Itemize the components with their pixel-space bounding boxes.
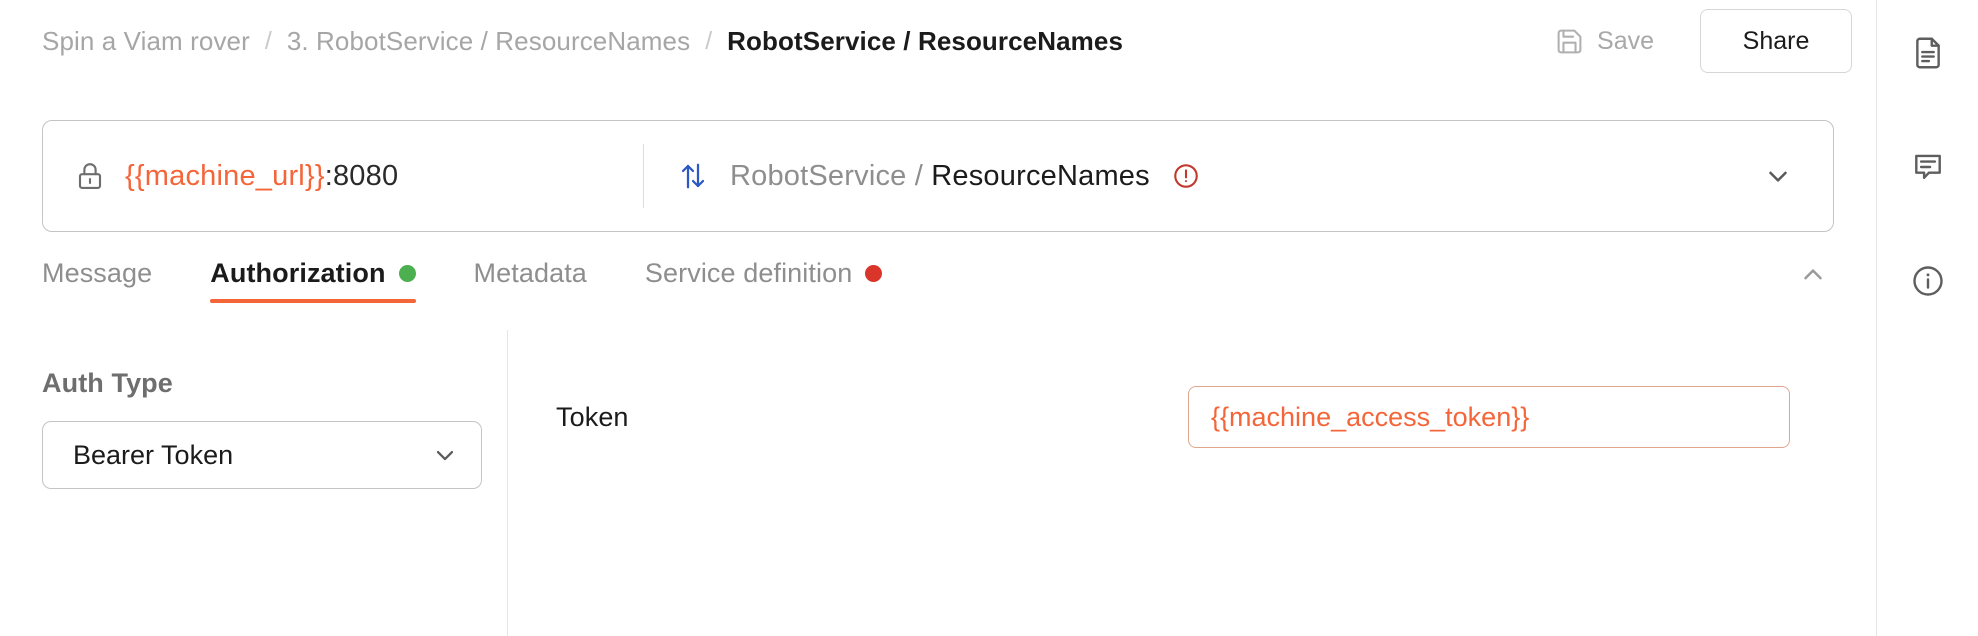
auth-type-pane: Auth Type Bearer Token bbox=[0, 330, 508, 636]
breadcrumb-item-folder[interactable]: 3. RobotService / ResourceNames bbox=[287, 26, 690, 57]
breadcrumb-separator: / bbox=[264, 26, 272, 55]
token-input-value: {{machine_access_token}} bbox=[1211, 401, 1530, 432]
status-dot-green bbox=[398, 265, 416, 282]
request-tabs: Message Authorization Metadata Service d… bbox=[42, 258, 1834, 328]
chevron-down-icon bbox=[431, 441, 459, 469]
header-bar: Spin a Viam rover / 3. RobotService / Re… bbox=[0, 0, 1876, 82]
tab-authorization[interactable]: Authorization bbox=[210, 258, 416, 303]
tab-service-definition[interactable]: Service definition bbox=[644, 258, 883, 303]
sidebar-item-comments[interactable] bbox=[1893, 132, 1963, 202]
breadcrumb-item-collection[interactable]: Spin a Viam rover bbox=[42, 26, 250, 57]
token-row: Token {{machine_access_token}} bbox=[548, 386, 1804, 448]
floppy-disk-save-icon bbox=[1555, 27, 1584, 56]
breadcrumb-separator: / bbox=[705, 26, 713, 55]
auth-type-select[interactable]: Bearer Token bbox=[42, 421, 482, 489]
save-button-label: Save bbox=[1597, 26, 1654, 55]
error-circle-icon[interactable] bbox=[1172, 162, 1200, 190]
method-dropdown-toggle[interactable] bbox=[1763, 161, 1833, 191]
share-button[interactable]: Share bbox=[1700, 9, 1852, 73]
method-service-name: RobotService / bbox=[730, 159, 923, 192]
tab-label: Service definition bbox=[644, 258, 853, 288]
url-port: :8080 bbox=[324, 159, 399, 192]
url-input[interactable]: {{machine_url}}:8080 bbox=[43, 121, 643, 231]
info-icon bbox=[1910, 263, 1946, 299]
sidebar-item-documentation[interactable] bbox=[1893, 18, 1963, 88]
grpc-request-panel: Spin a Viam rover / 3. RobotService / Re… bbox=[0, 0, 1978, 636]
lock-icon bbox=[75, 161, 105, 191]
chevron-down-icon bbox=[1763, 161, 1793, 191]
request-url-bar[interactable]: {{machine_url}}:8080 RobotService / Reso… bbox=[42, 120, 1834, 232]
sidebar-item-info[interactable] bbox=[1893, 246, 1963, 316]
tab-metadata[interactable]: Metadata bbox=[474, 258, 587, 303]
tab-label: Message bbox=[42, 258, 153, 288]
tab-label: Metadata bbox=[473, 258, 587, 288]
tab-label: Authorization bbox=[210, 258, 386, 288]
token-label: Token bbox=[556, 401, 629, 432]
header-actions: Save Share bbox=[1541, 9, 1852, 73]
breadcrumb: Spin a Viam rover / 3. RobotService / Re… bbox=[42, 26, 1541, 57]
method-selector[interactable]: RobotService / ResourceNames bbox=[644, 121, 1763, 231]
comments-icon bbox=[1910, 149, 1946, 185]
authorization-pane: Auth Type Bearer Token Token {{machine_a… bbox=[0, 330, 1876, 636]
method-text: RobotService / ResourceNames bbox=[730, 160, 1150, 193]
right-sidebar bbox=[1876, 0, 1978, 636]
collapse-panel-button[interactable] bbox=[1792, 258, 1834, 290]
auth-params-pane: Token {{machine_access_token}} bbox=[508, 330, 1876, 636]
url-template-variable: {{machine_url}} bbox=[125, 159, 325, 192]
bidirectional-arrows-icon bbox=[678, 161, 708, 191]
token-input[interactable]: {{machine_access_token}} bbox=[1188, 386, 1790, 448]
main-column: Spin a Viam rover / 3. RobotService / Re… bbox=[0, 0, 1876, 636]
breadcrumb-item-current: RobotService / ResourceNames bbox=[727, 25, 1124, 56]
auth-type-label: Auth Type bbox=[42, 368, 173, 398]
chevron-up-icon bbox=[1798, 260, 1828, 290]
tab-message[interactable]: Message bbox=[42, 258, 152, 303]
save-button[interactable]: Save bbox=[1541, 17, 1668, 66]
url-text: {{machine_url}}:8080 bbox=[125, 160, 398, 193]
method-rpc-name: ResourceNames bbox=[931, 159, 1150, 192]
auth-type-selected-value: Bearer Token bbox=[73, 439, 234, 470]
status-dot-red bbox=[865, 265, 883, 282]
documentation-icon bbox=[1910, 35, 1946, 71]
